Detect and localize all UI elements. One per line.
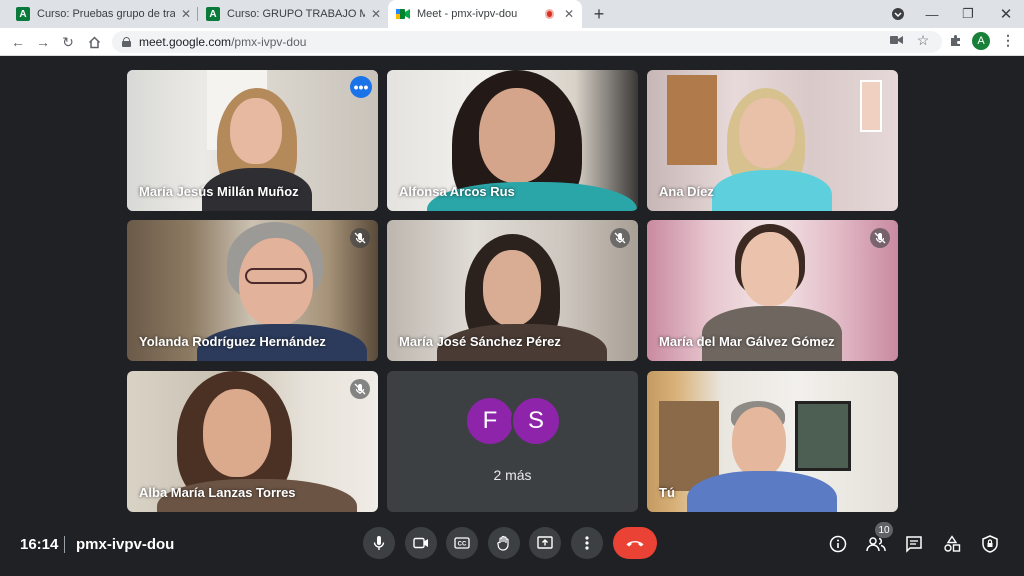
- participant-tile[interactable]: Alfonsa Arcos Rus: [387, 70, 638, 211]
- more-options-icon[interactable]: •••: [350, 76, 372, 98]
- activities-button[interactable]: [940, 532, 964, 556]
- microphone-button[interactable]: [363, 527, 395, 559]
- participant-name: María Jesús Millán Muñoz: [139, 184, 299, 199]
- mic-off-icon: [870, 228, 890, 248]
- video-grid: ••• María Jesús Millán Muñoz Alfonsa Arc…: [0, 57, 1024, 517]
- browser-tab-1[interactable]: A Curso: Pruebas grupo de trabajo ✕: [8, 0, 199, 28]
- participant-name: Alba María Lanzas Torres: [139, 485, 296, 500]
- home-button[interactable]: [84, 32, 104, 52]
- tab-search-button[interactable]: [880, 0, 916, 28]
- bookmark-star-icon[interactable]: ☆: [915, 32, 931, 48]
- new-tab-button[interactable]: +: [588, 3, 610, 25]
- reload-button[interactable]: ↻: [58, 32, 78, 52]
- hang-up-button[interactable]: [613, 527, 657, 559]
- url-field[interactable]: meet.google.com/pmx-ivpv-dou: [112, 31, 942, 53]
- mic-off-icon: [610, 228, 630, 248]
- self-view-tile[interactable]: Tú: [647, 371, 898, 512]
- present-screen-button[interactable]: [529, 527, 561, 559]
- moodle-icon: A: [206, 7, 220, 21]
- profile-avatar[interactable]: A: [972, 32, 990, 50]
- participant-name: Alfonsa Arcos Rus: [399, 184, 515, 199]
- meet-icon: [396, 7, 410, 21]
- participant-name: María del Mar Gálvez Gómez: [659, 334, 835, 349]
- svg-text:CC: CC: [458, 542, 467, 548]
- overflow-participants-tile[interactable]: F S 2 más: [387, 371, 638, 512]
- mic-off-icon: [350, 379, 370, 399]
- browser-tab-2[interactable]: A Curso: GRUPO TRABAJO MOODLE ✕: [198, 0, 389, 28]
- meeting-time: 16:14: [20, 536, 59, 553]
- meeting-details-button[interactable]: [826, 532, 850, 556]
- extensions-icon[interactable]: [947, 32, 963, 48]
- people-count-badge: 10: [875, 522, 893, 538]
- host-controls-button[interactable]: [978, 532, 1002, 556]
- url-path: /pmx-ivpv-dou: [231, 35, 307, 49]
- minimize-button[interactable]: —: [914, 0, 950, 28]
- tab-title: Curso: GRUPO TRABAJO MOODLE: [227, 8, 365, 20]
- participant-tile[interactable]: Alba María Lanzas Torres: [127, 371, 378, 512]
- more-participants-label: 2 más: [493, 467, 532, 483]
- camera-indicator-icon[interactable]: [888, 32, 904, 48]
- participant-tile[interactable]: Yolanda Rodríguez Hernández: [127, 220, 378, 361]
- mic-off-icon: [350, 228, 370, 248]
- chat-button[interactable]: [902, 532, 926, 556]
- forward-button[interactable]: →: [33, 32, 53, 52]
- captions-button[interactable]: CC: [446, 527, 478, 559]
- back-button[interactable]: ←: [8, 32, 28, 52]
- close-icon[interactable]: ✕: [564, 7, 574, 21]
- participant-tile[interactable]: María del Mar Gálvez Gómez: [647, 220, 898, 361]
- browser-tab-3[interactable]: Meet - pmx-ivpv-dou ✕: [388, 0, 582, 28]
- moodle-icon: A: [16, 7, 30, 21]
- participant-name: Tú: [659, 485, 675, 500]
- url-host: meet.google.com: [139, 35, 232, 49]
- camera-button[interactable]: [405, 527, 437, 559]
- close-icon[interactable]: ✕: [181, 7, 191, 21]
- tab-title: Meet - pmx-ivpv-dou: [417, 8, 518, 20]
- close-window-button[interactable]: ✕: [988, 0, 1024, 28]
- address-bar: ← → ↻ meet.google.com/pmx-ivpv-dou ☆ A ⋮: [0, 28, 1024, 56]
- restore-button[interactable]: ❐: [950, 0, 986, 28]
- browser-tab-bar: A Curso: Pruebas grupo de trabajo ✕ A Cu…: [0, 0, 1024, 28]
- recording-icon: [544, 9, 554, 19]
- participant-tile[interactable]: María José Sánchez Pérez: [387, 220, 638, 361]
- raise-hand-button[interactable]: [488, 527, 520, 559]
- lock-icon: [122, 37, 131, 47]
- participant-avatar: F: [465, 396, 515, 446]
- divider: [64, 536, 65, 553]
- participant-name: Ana Díez: [659, 184, 714, 199]
- more-options-button[interactable]: [571, 527, 603, 559]
- participant-tile[interactable]: ••• María Jesús Millán Muñoz: [127, 70, 378, 211]
- browser-menu-icon[interactable]: ⋮: [1000, 32, 1016, 48]
- close-icon[interactable]: ✕: [371, 7, 381, 21]
- tab-title: Curso: Pruebas grupo de trabajo: [37, 8, 175, 20]
- participant-name: Yolanda Rodríguez Hernández: [139, 334, 326, 349]
- participant-avatar: S: [511, 396, 561, 446]
- participant-tile[interactable]: Ana Díez: [647, 70, 898, 211]
- meeting-code: pmx-ivpv-dou: [76, 536, 175, 553]
- participant-name: María José Sánchez Pérez: [399, 334, 561, 349]
- meeting-controls-bar: 16:14 pmx-ivpv-dou CC: [0, 517, 1024, 576]
